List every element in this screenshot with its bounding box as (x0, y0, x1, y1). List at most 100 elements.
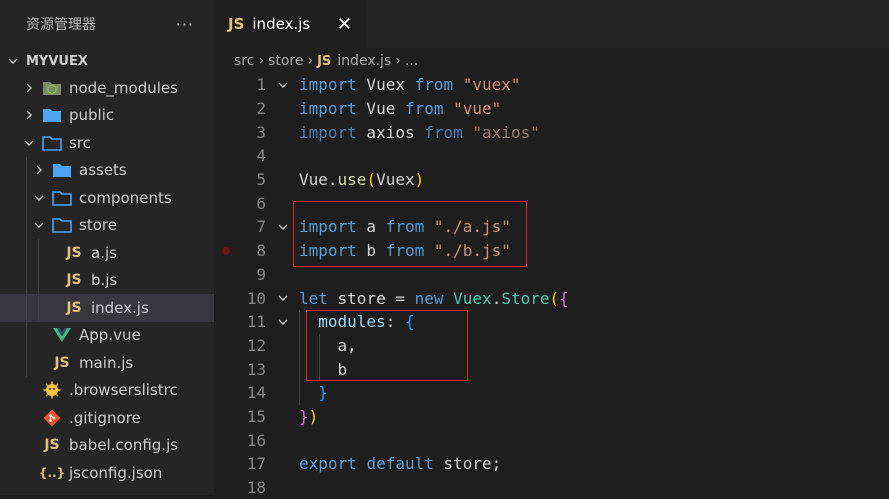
code-line[interactable]: 15}) (214, 405, 889, 429)
code-line[interactable]: 6 (214, 191, 889, 215)
code-token: new (414, 288, 444, 308)
indent-guide (26, 156, 27, 184)
breadcrumb-symbol[interactable]: ... (405, 53, 418, 69)
tree-item-b-js[interactable]: JS b.js (0, 266, 214, 294)
code-token: : (385, 312, 405, 332)
code-line[interactable]: 7 import a from "./a.js" (214, 215, 889, 239)
code-token: } (318, 383, 328, 403)
tree-item-browserslistrc[interactable]: .browserslistrc (0, 377, 214, 405)
line-number: 3 (256, 122, 266, 142)
code-line[interactable]: 8 import b from "./b.js" (214, 239, 889, 263)
tree-item-main-js[interactable]: JS main.js (0, 349, 214, 377)
explorer-title: 资源管理器 (26, 17, 96, 33)
tree-item-assets[interactable]: assets (0, 156, 214, 184)
code-line[interactable]: 5 Vue.use(Vuex) (214, 168, 889, 192)
indent-guide (38, 266, 39, 294)
more-actions-icon[interactable]: ··· (176, 15, 194, 34)
breakpoint-icon[interactable] (222, 246, 230, 255)
tree-item-label: public (69, 106, 115, 125)
tree-item-node-modules[interactable]: node_modules (0, 74, 214, 102)
code-line[interactable]: 9 (214, 263, 889, 287)
tree-item-jsconfig-json[interactable]: {..} jsconfig.json (0, 459, 214, 487)
chevron-down-icon[interactable] (32, 191, 46, 205)
chevron-down-icon[interactable] (32, 218, 46, 232)
code-token: "vue" (453, 99, 502, 119)
code-token: from (385, 241, 425, 261)
tree-item-public[interactable]: public (0, 102, 214, 130)
code-line[interactable]: 3 import axios from "axios" (214, 120, 889, 144)
chevron-right-icon[interactable] (22, 81, 36, 95)
code-token: import (299, 99, 357, 119)
vue-icon (52, 326, 72, 344)
code-line[interactable]: 11 modules: { (214, 309, 889, 334)
chevron-down-icon[interactable] (6, 54, 20, 68)
code-line[interactable]: 14 } (214, 380, 889, 405)
code-line[interactable]: 1 import Vuex from "vuex" (214, 73, 889, 97)
indent-guide (299, 333, 300, 358)
fold-chevron-icon[interactable] (266, 221, 299, 233)
code-token: ) (414, 170, 425, 190)
chevron-right-icon[interactable] (32, 163, 46, 177)
breadcrumb: src › store › JS index.js › ... (214, 48, 889, 74)
breadcrumb-src[interactable]: src (234, 53, 254, 69)
tree-item-label: App.vue (79, 326, 141, 345)
code-line[interactable]: 17 export default store; (214, 452, 889, 476)
code-token: import (299, 122, 357, 142)
breadcrumb-store[interactable]: store (268, 53, 303, 69)
close-icon[interactable]: ✕ (337, 14, 352, 35)
code-token: Vuex (376, 170, 415, 190)
code-text: a, (299, 336, 357, 355)
line-number: 5 (256, 170, 266, 190)
code-line[interactable]: 12 a, (214, 333, 889, 358)
code-editor[interactable]: 1 import Vuex from "vuex" 2 import Vue from… (214, 73, 889, 499)
chevron-right-icon: › (395, 53, 401, 69)
workspace-root[interactable]: MYVUEX (0, 48, 214, 74)
code-token: "axios" (472, 122, 540, 142)
tree-item-index-js[interactable]: JS index.js (0, 294, 214, 322)
tree-item-store[interactable]: store (0, 211, 214, 239)
tree-item-components[interactable]: components (0, 184, 214, 212)
code-line[interactable]: 13 b (214, 357, 889, 381)
line-number: 17 (246, 454, 266, 474)
line-number: 12 (246, 335, 266, 355)
indent-guide (299, 309, 300, 334)
tree-item-a-js[interactable]: JS a.js (0, 239, 214, 267)
fold-chevron-icon[interactable] (266, 79, 299, 91)
chevron-right-icon[interactable] (22, 108, 36, 122)
code-line[interactable]: 2 import Vue from "vue" (214, 97, 889, 121)
tree-item-babel-config-js[interactable]: JS babel.config.js (0, 432, 214, 460)
tree-item-gitignore[interactable]: .gitignore (0, 404, 214, 432)
code-token: Vue. (299, 170, 338, 190)
chevron-right-icon: › (258, 53, 265, 69)
code-line[interactable]: 10 let store = new Vuex.Store({ (214, 286, 889, 310)
tab-index-js[interactable]: JS index.js ✕ (214, 0, 366, 48)
code-token: Vuex (453, 288, 492, 308)
code-token: from (414, 75, 454, 95)
code-token: ( (549, 288, 560, 308)
fold-chevron-icon[interactable] (266, 316, 299, 328)
indent-guide (318, 357, 320, 381)
breadcrumb-file[interactable]: index.js (337, 53, 391, 69)
line-number: 1 (256, 75, 266, 95)
fold-chevron-icon[interactable] (266, 292, 299, 304)
chevron-down-icon[interactable] (22, 136, 36, 150)
code-text: Vue.use(Vuex) (299, 170, 424, 189)
tree-item-app-vue[interactable]: App.vue (0, 321, 214, 349)
js-icon: JS (66, 299, 82, 316)
code-token: { (559, 288, 569, 308)
tree-item-label: store (79, 216, 117, 235)
code-line[interactable]: 4 (214, 144, 889, 168)
code-line[interactable]: 16 (214, 428, 889, 452)
tree-item-label: .gitignore (69, 408, 141, 427)
tree-item-label: src (69, 133, 91, 152)
code-token: from (404, 99, 444, 119)
js-icon: JS (66, 272, 82, 289)
vscode-window: 资源管理器 ··· MYVUEX node_modulespublic src as… (0, 0, 889, 497)
tree-item-src[interactable]: src (0, 129, 214, 157)
code-text: import a from "./a.js" (299, 217, 511, 236)
code-line[interactable]: 18 (214, 476, 889, 499)
tree-item-label: jsconfig.json (69, 463, 163, 482)
